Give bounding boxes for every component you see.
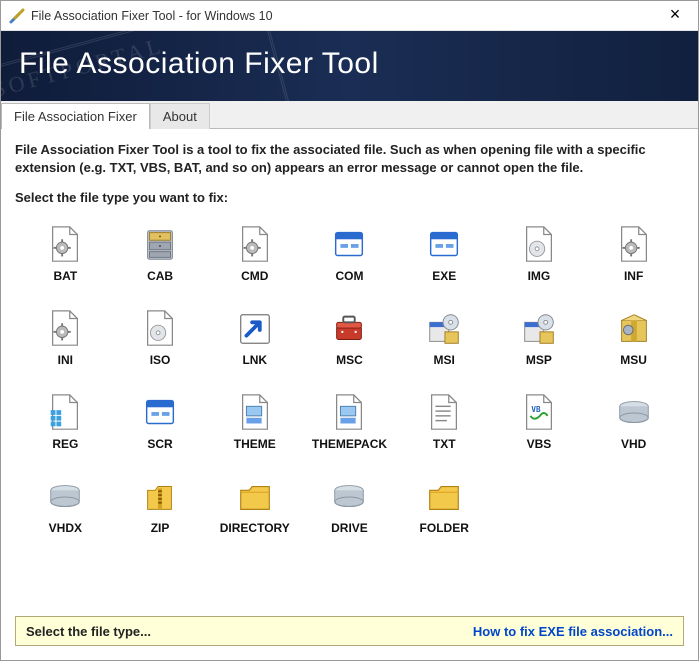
filetype-label: DIRECTORY [220, 521, 290, 535]
filetype-item-inf[interactable]: INF [589, 221, 678, 285]
package-box-icon [612, 307, 656, 351]
theme-icon [327, 391, 371, 435]
filetype-item-themepack[interactable]: THEMEPACK [305, 389, 394, 453]
filetype-label: INF [624, 269, 643, 283]
filetype-label: THEMEPACK [312, 437, 387, 451]
window-app-icon [422, 223, 466, 267]
cabinet-icon [138, 223, 182, 267]
close-button[interactable]: × [652, 1, 698, 31]
filetype-label: IMG [528, 269, 551, 283]
filetype-label: DRIVE [331, 521, 368, 535]
filetype-label: MSC [336, 353, 363, 367]
filetype-item-vhd[interactable]: VHD [589, 389, 678, 453]
filetype-label: LNK [242, 353, 267, 367]
filetype-item-msp[interactable]: MSP [495, 305, 584, 369]
filetype-label: MSP [526, 353, 552, 367]
filetype-label: ISO [150, 353, 171, 367]
filetype-label: VHD [621, 437, 646, 451]
disc-file-icon [517, 223, 561, 267]
filetype-item-cmd[interactable]: CMD [210, 221, 299, 285]
filetype-label: COM [335, 269, 363, 283]
filetype-label: INI [58, 353, 73, 367]
filetype-item-folder[interactable]: FOLDER [400, 473, 489, 537]
filetype-item-drive[interactable]: DRIVE [305, 473, 394, 537]
filetype-item-cab[interactable]: CAB [116, 221, 205, 285]
filetype-label: CMD [241, 269, 268, 283]
filetype-label: MSI [434, 353, 455, 367]
tab-file-association-fixer[interactable]: File Association Fixer [1, 103, 150, 129]
filetype-label: MSU [620, 353, 647, 367]
script-icon [517, 391, 561, 435]
filetype-item-exe[interactable]: EXE [400, 221, 489, 285]
filetype-item-bat[interactable]: BAT [21, 221, 110, 285]
window-app-icon [327, 223, 371, 267]
window-app-icon [138, 391, 182, 435]
description-text: File Association Fixer Tool is a tool to… [15, 141, 684, 176]
drive-icon [327, 475, 371, 519]
text-file-icon [422, 391, 466, 435]
filetype-label: VHDX [49, 521, 82, 535]
filetype-item-msu[interactable]: MSU [589, 305, 678, 369]
status-message: Select the file type... [26, 624, 151, 639]
filetype-label: VBS [527, 437, 552, 451]
file-gear-icon [43, 307, 87, 351]
filetype-label: FOLDER [420, 521, 469, 535]
tab-about[interactable]: About [150, 103, 210, 129]
filetype-item-directory[interactable]: DIRECTORY [210, 473, 299, 537]
filetype-label: SCR [147, 437, 172, 451]
filetype-item-iso[interactable]: ISO [116, 305, 205, 369]
filetype-item-vhdx[interactable]: VHDX [21, 473, 110, 537]
filetype-item-msc[interactable]: MSC [305, 305, 394, 369]
filetype-item-com[interactable]: COM [305, 221, 394, 285]
file-gear-icon [43, 223, 87, 267]
theme-icon [233, 391, 277, 435]
filetype-item-img[interactable]: IMG [495, 221, 584, 285]
filetype-label: THEME [234, 437, 276, 451]
tabs: File Association Fixer About [1, 101, 698, 128]
filetype-item-msi[interactable]: MSI [400, 305, 489, 369]
folder-icon [233, 475, 277, 519]
filetype-item-scr[interactable]: SCR [116, 389, 205, 453]
filetype-label: EXE [432, 269, 456, 283]
filetype-grid: BAT CAB CMD COM EXE IMG INF INI [15, 217, 684, 553]
filetype-label: TXT [433, 437, 456, 451]
file-gear-icon [612, 223, 656, 267]
registry-icon [43, 391, 87, 435]
window-title: File Association Fixer Tool - for Window… [31, 9, 273, 23]
help-link[interactable]: How to fix EXE file association... [473, 624, 673, 639]
filetype-item-vbs[interactable]: VBS [495, 389, 584, 453]
filetype-label: REG [52, 437, 78, 451]
filetype-label: BAT [53, 269, 77, 283]
banner-title: File Association Fixer Tool [19, 47, 379, 80]
drive-icon [43, 475, 87, 519]
zip-icon [138, 475, 182, 519]
drive-icon [612, 391, 656, 435]
filetype-item-ini[interactable]: INI [21, 305, 110, 369]
filetype-item-txt[interactable]: TXT [400, 389, 489, 453]
app-icon [9, 8, 25, 24]
shortcut-icon [233, 307, 277, 351]
status-bar: Select the file type... How to fix EXE f… [15, 616, 684, 646]
filetype-item-zip[interactable]: ZIP [116, 473, 205, 537]
filetype-label: CAB [147, 269, 173, 283]
disc-file-icon [138, 307, 182, 351]
folder-icon [422, 475, 466, 519]
installer-icon [517, 307, 561, 351]
toolbox-icon [327, 307, 371, 351]
file-gear-icon [233, 223, 277, 267]
filetype-label: ZIP [151, 521, 170, 535]
filetype-item-reg[interactable]: REG [21, 389, 110, 453]
header-banner: File Association Fixer Tool SOFTPORTAL [1, 31, 698, 101]
titlebar: File Association Fixer Tool - for Window… [1, 1, 698, 31]
instruction-text: Select the file type you want to fix: [15, 190, 684, 205]
content-panel: File Association Fixer Tool is a tool to… [1, 128, 698, 559]
filetype-item-theme[interactable]: THEME [210, 389, 299, 453]
filetype-item-lnk[interactable]: LNK [210, 305, 299, 369]
installer-icon [422, 307, 466, 351]
